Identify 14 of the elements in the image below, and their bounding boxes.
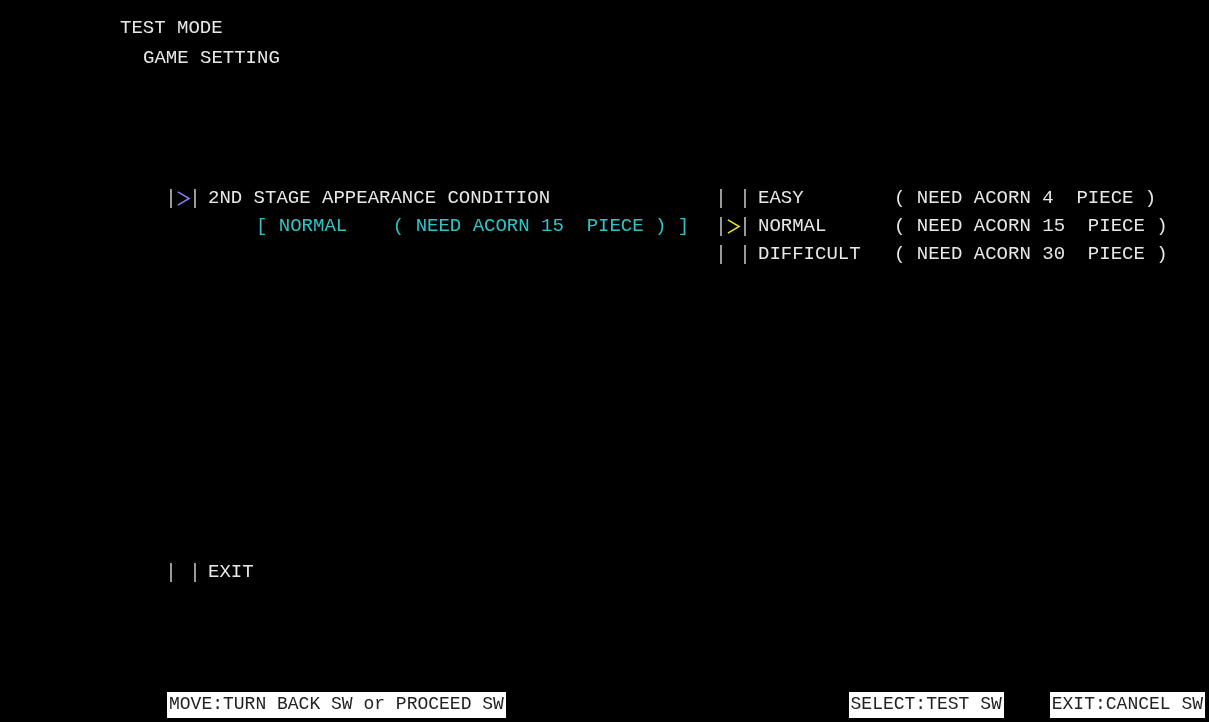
- option-requirement: ( NEED ACORN 4 PIECE ): [894, 187, 1157, 209]
- control-hint: MOVE:TURN BACK SW or PROCEED SW: [167, 692, 506, 718]
- control-hint: SELECT:TEST SW: [848, 692, 1004, 718]
- exit-label[interactable]: EXIT: [208, 561, 254, 583]
- option-label[interactable]: NORMAL: [758, 215, 894, 237]
- setting-label[interactable]: 2ND STAGE APPEARANCE CONDITION: [208, 187, 551, 209]
- subtitle: GAME SETTING: [143, 46, 281, 70]
- option-label[interactable]: EASY: [758, 187, 894, 209]
- option-requirement: ( NEED ACORN 15 PIECE ): [894, 215, 1168, 237]
- control-hint: EXIT:CANCEL SW: [1049, 692, 1205, 718]
- current-value: [ NORMAL ( NEED ACORN 15 PIECE ) ]: [256, 214, 691, 239]
- option-label[interactable]: DIFFICULT: [758, 243, 894, 265]
- option-requirement: ( NEED ACORN 30 PIECE ): [894, 243, 1168, 265]
- title: TEST MODE: [120, 16, 224, 40]
